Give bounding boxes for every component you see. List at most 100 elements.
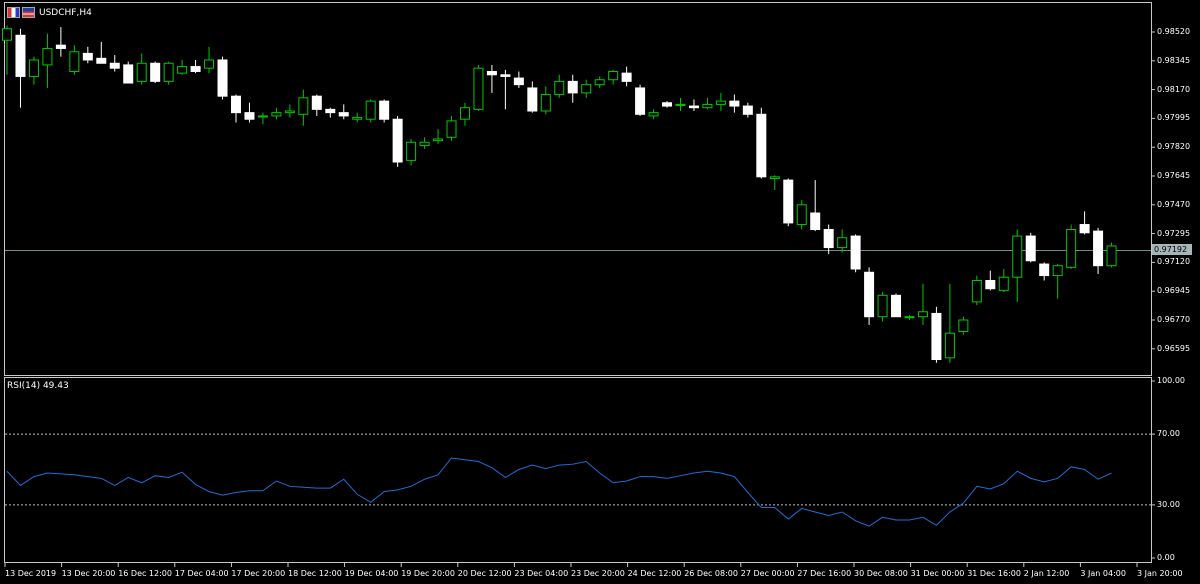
candle-body (379, 100, 390, 120)
time-axis-label: 31 Dec 00:00 (910, 569, 965, 578)
time-axis-label: 26 Dec 08:00 (684, 569, 738, 578)
chart-window: USDCHF,H4 RSI(14) 49.43 0.98520 0.98345 0.… (0, 0, 1200, 584)
price-axis-label: 0.97470 (1157, 199, 1191, 209)
time-axis-label: 13 Dec 20:00 (61, 569, 116, 578)
time-axis-label: 27 Dec 00:00 (740, 569, 795, 578)
candle-body (944, 332, 955, 359)
candle-body (1093, 230, 1104, 267)
candle-body (581, 84, 592, 94)
candle-body (217, 59, 228, 97)
candle-body (1052, 265, 1063, 277)
time-axis-label: 20 Dec 12:00 (457, 569, 512, 578)
time-axis-label: 3 Jan 04:00 (1080, 569, 1126, 578)
candle-body (244, 112, 255, 120)
candle-body (298, 97, 309, 115)
candle-body (1025, 235, 1036, 262)
candle-body (311, 95, 322, 110)
candle-body (837, 237, 848, 249)
candle-body (204, 59, 215, 69)
candle-body (971, 280, 982, 303)
candle-body (230, 95, 241, 114)
candle-body (123, 64, 134, 84)
candle-body (675, 103, 686, 106)
candle-body (985, 280, 996, 290)
time-axis-label: 23 Dec 20:00 (571, 569, 625, 578)
time-axis-label: 17 Dec 04:00 (174, 569, 229, 578)
price-axis-label: 0.98170 (1157, 84, 1191, 94)
time-axis-label: 19 Dec 04:00 (344, 569, 399, 578)
candle-body (715, 100, 726, 105)
candle-body (15, 34, 26, 77)
candle-body (433, 138, 444, 142)
price-axis-label: 0.97120 (1157, 257, 1191, 267)
candle-body (783, 179, 794, 224)
time-axis-label: 30 Dec 08:00 (854, 569, 908, 578)
candle-body (459, 107, 470, 120)
candle-body (608, 70, 619, 81)
candle-body (594, 79, 605, 86)
candle-body (688, 105, 699, 109)
candle-body (136, 62, 147, 82)
candle-body (540, 94, 551, 112)
candle-body (702, 103, 713, 109)
candle-body (325, 108, 336, 114)
time-axis-label: 31 Dec 16:00 (967, 569, 1021, 578)
candle-body (1079, 224, 1090, 234)
time-axis-label: 3 Jan 20:00 (1137, 569, 1183, 578)
time-axis-label: 24 Dec 12:00 (627, 569, 682, 578)
price-axis-label: 0.96770 (1157, 315, 1191, 324)
candle-body (1039, 263, 1050, 277)
candle-body (55, 44, 66, 49)
candle-body (406, 141, 417, 161)
candle-body (177, 66, 188, 74)
candle-body (635, 87, 646, 115)
time-axis-label: 19 Dec 20:00 (401, 569, 455, 578)
time-axis-label: 17 Dec 20:00 (231, 569, 286, 578)
candle-body (904, 316, 915, 319)
candle-body (1066, 228, 1077, 268)
candle-body (473, 67, 484, 110)
time-axis-label: 16 Dec 12:00 (118, 569, 172, 578)
price-axis-label: 0.98520 (1157, 27, 1191, 36)
candle-body (864, 271, 875, 318)
price-axis-label: 0.97645 (1157, 171, 1191, 180)
candle-body (527, 87, 538, 112)
candle-body (2, 28, 12, 41)
candle-body (621, 72, 632, 82)
time-axis-label: 2 Jan 12:00 (1023, 569, 1070, 578)
candle-body (513, 77, 524, 86)
candle-body (796, 204, 807, 226)
candle-body (392, 118, 403, 163)
rsi-axis-label: 70.00 (1157, 429, 1180, 439)
candle-body (365, 100, 376, 120)
candle-body (284, 110, 295, 114)
candle-body (931, 312, 942, 360)
rsi-axis-label: 30.00 (1157, 499, 1180, 509)
candle-body (877, 294, 888, 318)
candle-body (998, 276, 1009, 291)
candle-body (500, 74, 511, 77)
candle-body (338, 112, 349, 117)
chart-canvas (2, 25, 1155, 567)
time-axis-label: 27 Dec 16:00 (797, 569, 852, 578)
price-axis-label: 0.97295 (1157, 228, 1191, 238)
candle-body (190, 66, 201, 72)
rsi-axis-label: 0.00 (1157, 553, 1175, 562)
candle-body (271, 112, 282, 117)
candle-body (769, 176, 780, 179)
candle-body (823, 228, 834, 249)
price-axis-label: 0.98345 (1157, 55, 1191, 65)
candle-body (554, 80, 565, 96)
candle-body (810, 212, 821, 230)
candle-body (729, 100, 740, 107)
candle-body (352, 117, 363, 120)
candle-body (486, 70, 497, 76)
candle-body (648, 112, 659, 117)
candle-body (958, 319, 969, 333)
candle-body (446, 120, 457, 138)
candle-body (891, 294, 902, 318)
price-axis-label: 0.96595 (1157, 343, 1191, 353)
candle-body (82, 52, 93, 61)
candle-body (150, 62, 161, 82)
candle-body (662, 102, 673, 107)
